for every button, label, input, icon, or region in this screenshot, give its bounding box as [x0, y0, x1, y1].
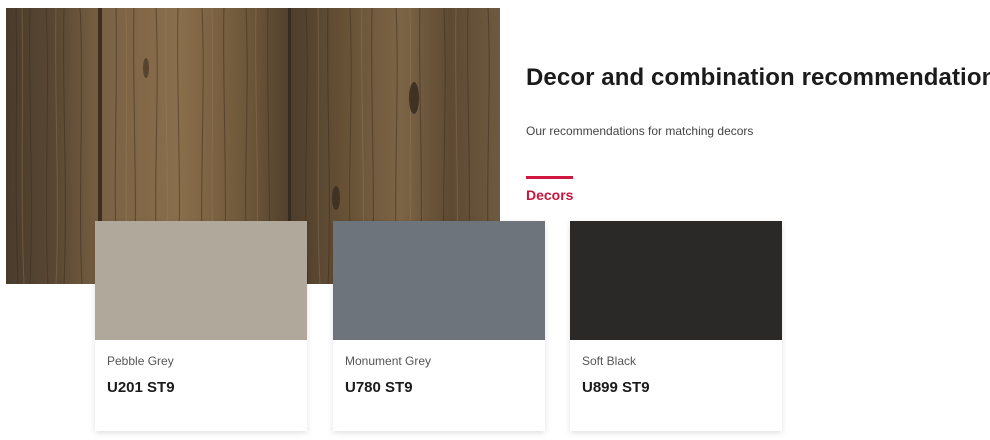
decor-code: U201 ST9 — [107, 379, 175, 396]
decor-code: U780 ST9 — [345, 379, 413, 396]
section-title: Decor and combination recommendations — [526, 64, 990, 91]
decor-card-monument-grey[interactable]: Monument Grey U780 ST9 — [333, 221, 545, 431]
color-swatch — [570, 221, 782, 340]
color-swatch — [95, 221, 307, 340]
section-subtitle: Our recommendations for matching decors — [526, 124, 754, 138]
decor-name: Pebble Grey — [107, 354, 174, 368]
tab-decors[interactable]: Decors — [526, 176, 574, 203]
decor-card-pebble-grey[interactable]: Pebble Grey U201 ST9 — [95, 221, 307, 431]
decor-name: Soft Black — [582, 354, 637, 368]
color-swatch — [333, 221, 545, 340]
decor-card-soft-black[interactable]: Soft Black U899 ST9 — [570, 221, 782, 431]
decor-code: U899 ST9 — [582, 379, 650, 396]
decor-name: Monument Grey — [345, 354, 432, 368]
recommendations-section: Decor and combination recommendations Ou… — [0, 0, 990, 440]
